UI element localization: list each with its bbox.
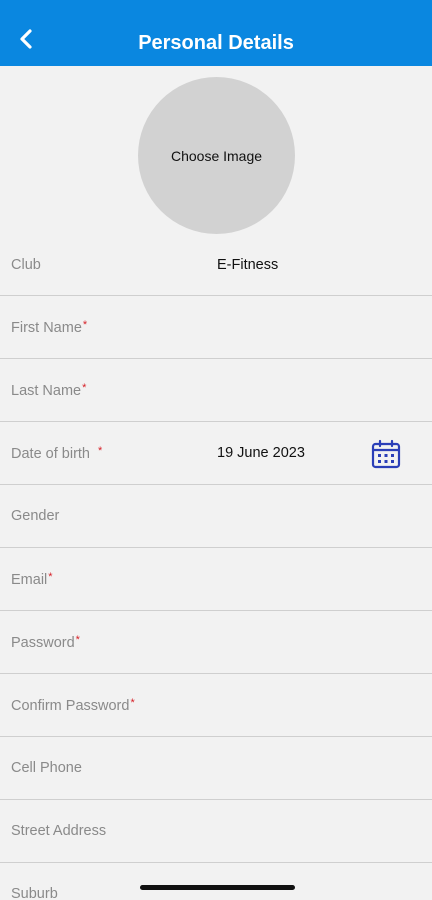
required-marker: * <box>130 696 135 709</box>
suburb-label: Suburb <box>11 886 58 900</box>
back-button[interactable] <box>10 23 42 55</box>
app-header: Personal Details <box>0 0 432 66</box>
required-marker: * <box>75 633 80 646</box>
choose-image-button[interactable]: Choose Image <box>138 77 295 234</box>
first-name-row: First Name* <box>0 296 432 359</box>
street-address-label: Street Address <box>11 823 107 839</box>
dob-row: Date of birth * 19 June 2023 <box>0 422 432 485</box>
cell-phone-label: Cell Phone <box>11 760 82 776</box>
email-field[interactable] <box>0 548 432 610</box>
club-value: E-Fitness <box>217 256 279 273</box>
club-label: Club <box>11 256 41 273</box>
dob-value[interactable]: 19 June 2023 <box>217 445 305 461</box>
first-name-label: First Name* <box>11 318 88 336</box>
confirm-password-row: Confirm Password* <box>0 674 432 737</box>
gender-label: Gender <box>11 508 60 524</box>
required-marker: * <box>98 444 103 457</box>
last-name-row: Last Name* <box>0 359 432 422</box>
home-indicator[interactable] <box>140 885 295 890</box>
personal-details-form: Club E-Fitness First Name* Last Name* Da… <box>0 234 432 900</box>
choose-image-label: Choose Image <box>170 147 263 164</box>
password-row: Password* <box>0 611 432 674</box>
page-title: Personal Details <box>138 31 294 54</box>
street-address-row: Street Address <box>0 800 432 863</box>
cell-phone-row: Cell Phone <box>0 737 432 800</box>
email-label: Email* <box>11 570 53 588</box>
calendar-icon[interactable] <box>371 439 401 469</box>
suburb-field[interactable] <box>0 863 432 900</box>
required-marker: * <box>48 570 53 583</box>
email-row: Email* <box>0 548 432 611</box>
password-label: Password* <box>11 633 80 651</box>
confirm-password-label: Confirm Password* <box>11 696 135 714</box>
chevron-left-icon <box>20 29 32 49</box>
last-name-label: Last Name* <box>11 381 87 399</box>
required-marker: * <box>82 381 87 394</box>
gender-field[interactable] <box>0 485 432 547</box>
gender-row: Gender <box>0 485 432 548</box>
club-row: Club E-Fitness <box>0 234 432 296</box>
suburb-row: Suburb <box>0 863 432 900</box>
dob-label: Date of birth * <box>11 444 103 462</box>
required-marker: * <box>82 318 88 331</box>
